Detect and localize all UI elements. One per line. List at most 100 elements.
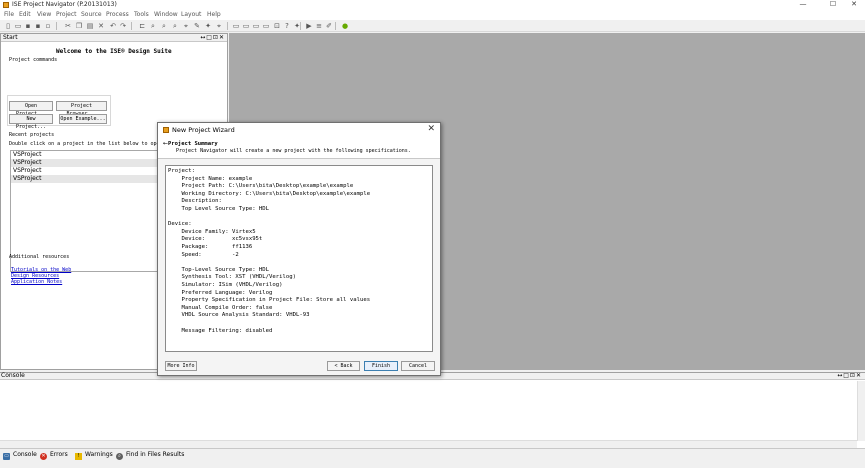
wand-icon[interactable]: ✎ — [193, 22, 201, 30]
summary-line: Speed: -2 — [168, 251, 239, 258]
app-icon — [3, 2, 9, 8]
console-title: Console — [1, 372, 25, 379]
window-layout-icon[interactable]: ▭ — [232, 22, 240, 30]
page-subtitle: Project Navigator will create a new proj… — [176, 148, 411, 154]
find-replace-icon[interactable]: ⌕ — [160, 22, 168, 30]
minimize-button[interactable]: — — [792, 0, 814, 10]
cut-icon[interactable]: ✂ — [64, 22, 72, 30]
menu-window[interactable]: Window — [154, 11, 178, 18]
wizard-icon — [163, 127, 169, 133]
tab-find-label: Find in Files Results — [126, 451, 185, 458]
summary-line: Project: — [168, 168, 195, 174]
menu-layout[interactable]: Layout — [181, 11, 201, 18]
implement-icon[interactable]: ≡ — [315, 22, 323, 30]
menu-source[interactable]: Source — [81, 11, 102, 18]
warning-icon: ! — [75, 453, 82, 460]
project-summary-box: Project: Project Name: example Project P… — [165, 165, 433, 352]
close-button[interactable]: ✕ — [843, 0, 865, 10]
undo-icon[interactable]: ↶ — [109, 22, 117, 30]
save-all-icon[interactable]: ▪ — [34, 22, 42, 30]
summary-line: Device: — [168, 221, 192, 228]
project-commands-label: Project commands — [9, 57, 58, 63]
page-title: Project Summary — [168, 141, 218, 147]
error-icon: ✕ — [40, 453, 47, 460]
restore-icon[interactable]: ⊡ — [273, 22, 281, 30]
new-project-wizard-dialog: New Project Wizard ✕ ← Project Summary P… — [157, 122, 441, 376]
finish-button[interactable]: Finish — [364, 361, 398, 371]
window-stack-icon[interactable]: ▭ — [252, 22, 260, 30]
summary-line: Top Level Source Type: HDL — [168, 206, 270, 212]
bookmark-icon[interactable]: ⌖ — [182, 22, 190, 30]
menu-bar: File Edit View Project Source Process To… — [0, 10, 865, 20]
summary-line: Description: — [168, 198, 222, 205]
summary-line: Simulator: ISim (VHDL/Verilog) — [168, 282, 283, 288]
run-icon[interactable]: ▶ — [305, 22, 313, 30]
dialog-title-bar: New Project Wizard ✕ — [158, 123, 440, 137]
menu-file[interactable]: File — [4, 11, 14, 18]
redo-icon[interactable]: ↷ — [119, 22, 127, 30]
summary-line: VHDL Source Analysis Standard: VHDL-93 — [168, 312, 310, 319]
window-tile-icon[interactable]: ▭ — [242, 22, 250, 30]
pane-controls[interactable]: ↔□⊡✕ — [200, 34, 225, 41]
menu-view[interactable]: View — [37, 11, 51, 18]
summary-line: Working Directory: C:\Users\bita\Desktop… — [168, 190, 371, 197]
find-icon[interactable]: ⌕ — [149, 22, 157, 30]
ruler-icon[interactable]: ⊏ — [138, 22, 146, 30]
menu-process[interactable]: Process — [106, 11, 129, 18]
print-icon[interactable]: ▫ — [44, 22, 52, 30]
delete-icon[interactable]: ✕ — [97, 22, 105, 30]
console-icon: ▭ — [3, 453, 10, 460]
summary-line: Synthesis Tool: XST (VHDL/Verilog) — [168, 274, 296, 281]
tab-errors[interactable]: ✕ Errors — [40, 450, 68, 460]
save-icon[interactable]: ▪ — [24, 22, 32, 30]
tab-console-label: Console — [13, 451, 37, 458]
welcome-heading: Welcome to the ISE® Design Suite — [56, 48, 172, 55]
help-icon[interactable]: ? — [283, 22, 291, 30]
search-files-icon[interactable]: ⌕ — [171, 22, 179, 30]
recent-projects-hint: Double click on a project in the list be… — [9, 141, 163, 147]
pin-icon[interactable]: ⌖ — [215, 22, 223, 30]
cancel-button[interactable]: Cancel — [401, 361, 435, 371]
menu-edit[interactable]: Edit — [19, 11, 31, 18]
open-project-button[interactable]: Open Project... — [9, 101, 53, 117]
start-pane-title: Start — [3, 34, 18, 41]
magic-icon[interactable]: ✦ — [204, 22, 212, 30]
open-folder-icon[interactable]: ▭ — [14, 22, 22, 30]
tab-warnings[interactable]: ! Warnings — [75, 450, 113, 460]
lightbulb-icon[interactable]: ● — [341, 22, 349, 30]
window-cascade-icon[interactable]: ▭ — [262, 22, 270, 30]
back-button[interactable]: < Back — [327, 361, 360, 371]
console-horizontal-scrollbar[interactable] — [0, 440, 857, 448]
menu-project[interactable]: Project — [56, 11, 77, 18]
toolbar: ▯ ▭ ▪ ▪ ▫ ✂ ❐ ▤ ✕ ↶ ↷ ⊏ ⌕ ⌕ ⌕ ⌖ ✎ ✦ ⌖ ▭ … — [0, 20, 865, 32]
pin-planner-icon[interactable]: ✐ — [325, 22, 333, 30]
tab-console[interactable]: ▭ Console — [3, 450, 37, 460]
title-bar: ISE Project Navigator (P.20131013) — ☐ ✕ — [0, 0, 865, 10]
recent-projects-label: Recent projects — [9, 132, 55, 138]
paste-icon[interactable]: ▤ — [86, 22, 94, 30]
application-notes-link[interactable]: Application Notes — [11, 279, 62, 285]
project-browser-button[interactable]: Project Browser... — [56, 101, 107, 117]
new-project-button[interactable]: New Project... — [9, 114, 53, 130]
menu-tools[interactable]: Tools — [134, 11, 149, 18]
menu-help[interactable]: Help — [207, 11, 221, 18]
dialog-close-button[interactable]: ✕ — [427, 124, 435, 134]
window-title: ISE Project Navigator (P.20131013) — [12, 1, 117, 8]
additional-resources-label: Additional resources — [9, 254, 70, 260]
summary-line: Top-Level Source Type: HDL — [168, 266, 270, 273]
status-tabs: ▭ Console ✕ Errors ! Warnings ⌕ Find in File… — [0, 448, 865, 468]
console-controls[interactable]: ↔□⊡✕ — [837, 372, 862, 379]
summary-line: Project Name: example — [168, 175, 253, 182]
open-example-button[interactable]: Open Example... — [59, 114, 107, 124]
summary-line: Manual Compile Order: false — [168, 304, 273, 311]
console-vertical-scrollbar[interactable] — [857, 381, 865, 441]
copy-icon[interactable]: ❐ — [75, 22, 83, 30]
find-icon: ⌕ — [116, 453, 123, 460]
start-pane-header: Start ↔□⊡✕ — [1, 34, 227, 42]
summary-line: Device Family: Virtex5 — [168, 228, 256, 235]
maximize-button[interactable]: ☐ — [822, 0, 844, 10]
dialog-header: ← Project Summary Project Navigator will… — [158, 137, 440, 159]
tab-find-results[interactable]: ⌕ Find in Files Results — [116, 450, 185, 460]
new-file-icon[interactable]: ▯ — [4, 22, 12, 30]
more-info-button[interactable]: More Info — [165, 361, 197, 371]
